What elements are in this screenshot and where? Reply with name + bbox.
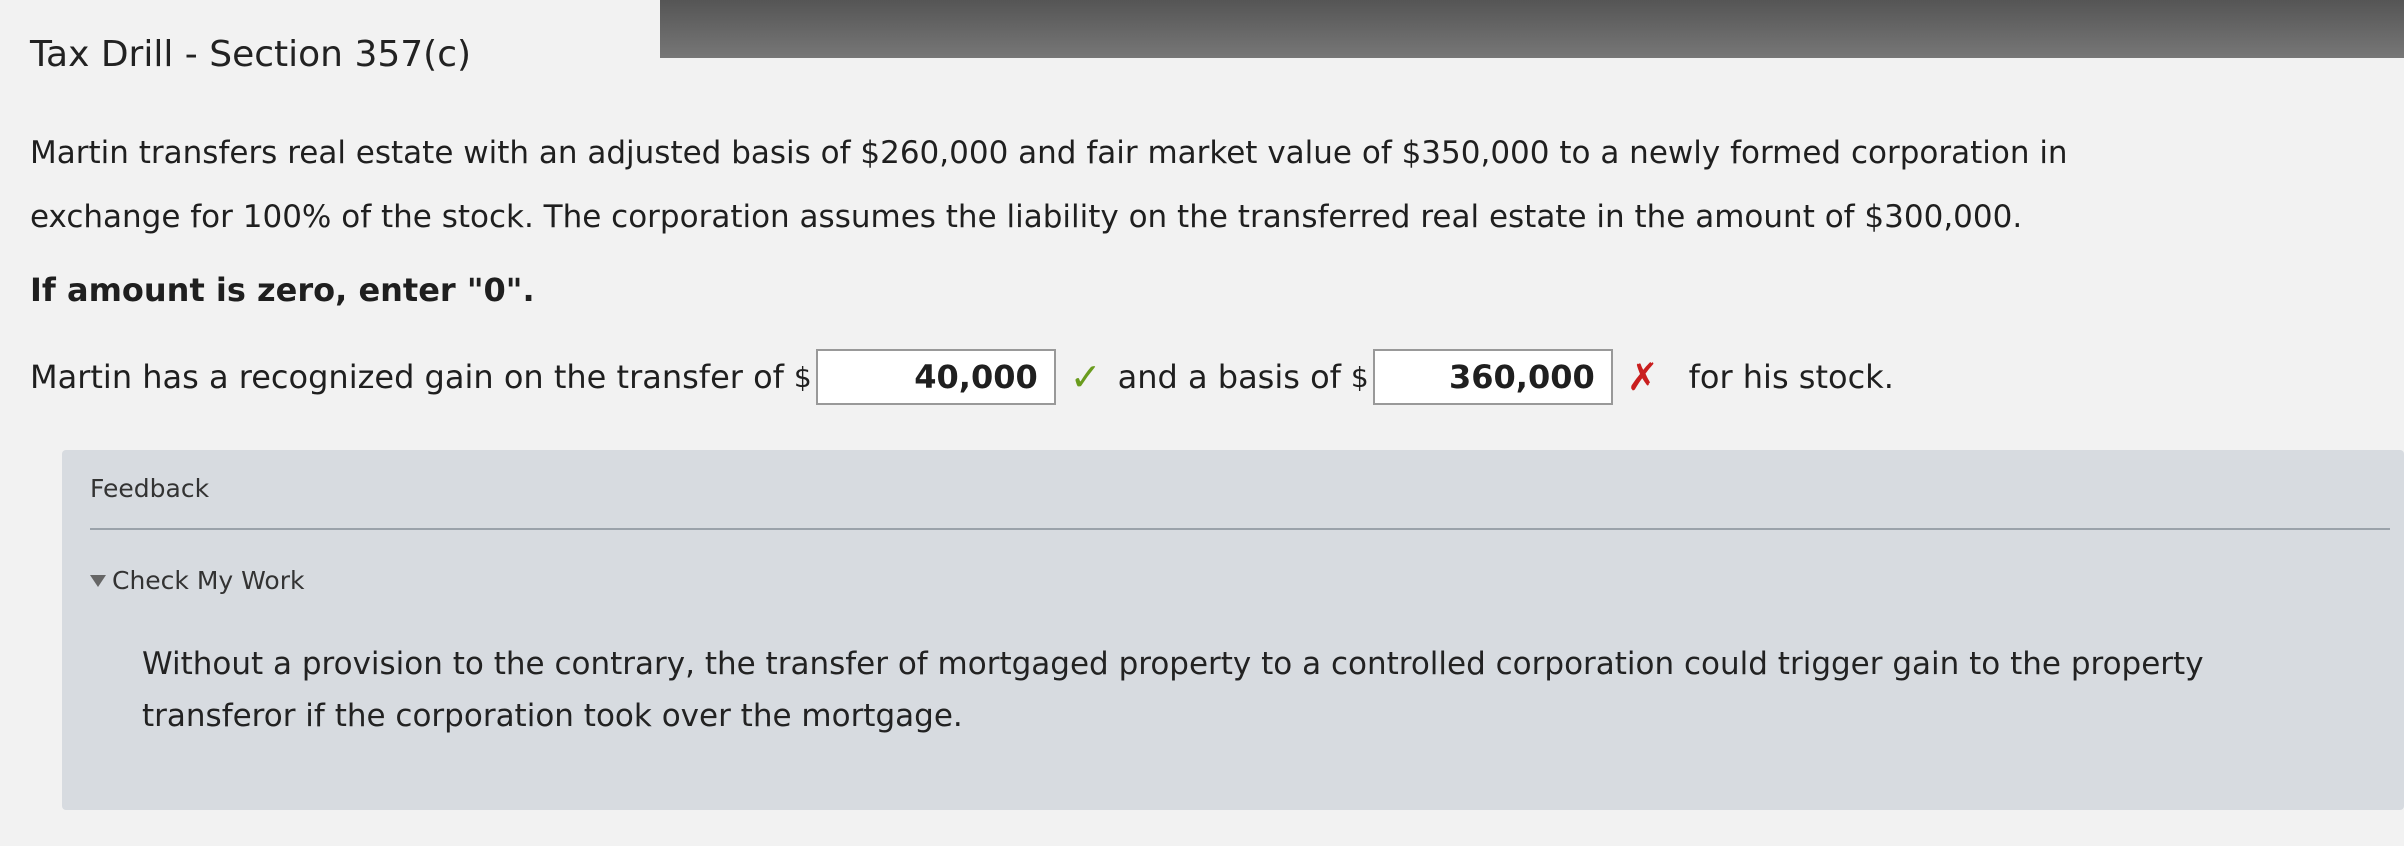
basis-currency-symbol: $: [1350, 360, 1369, 394]
gain-currency-symbol: $: [793, 360, 812, 394]
incorrect-x-icon: ✗: [1626, 355, 1659, 399]
page-title: Tax Drill - Section 357(c): [30, 34, 472, 75]
feedback-divider: [90, 528, 2390, 530]
answer-prefix: Martin has a recognized gain on the tran…: [30, 358, 784, 396]
expand-triangle-icon: [90, 574, 106, 587]
feedback-label: Feedback: [90, 474, 210, 503]
zero-amount-instruction: If amount is zero, enter "0".: [30, 271, 535, 309]
answer-middle-text: and a basis of: [1117, 358, 1341, 396]
recognized-gain-input[interactable]: 40,000: [815, 349, 1056, 405]
answer-sentence: Martin has a recognized gain on the tran…: [30, 349, 2400, 405]
feedback-explanation: Without a provision to the contrary, the…: [142, 646, 2204, 734]
answer-suffix: for his stock.: [1688, 358, 1894, 396]
check-my-work-toggle[interactable]: Check My Work: [90, 566, 304, 595]
problem-statement: Martin transfers real estate with an adj…: [30, 135, 2068, 235]
correct-check-icon: ✓: [1069, 355, 1102, 399]
feedback-panel: Feedback Check My Work Without a provisi…: [62, 450, 2404, 810]
problem-page: Tax Drill - Section 357(c) Martin transf…: [30, 34, 2400, 433]
stock-basis-input[interactable]: 360,000: [1372, 349, 1613, 405]
check-my-work-label: Check My Work: [112, 566, 305, 595]
